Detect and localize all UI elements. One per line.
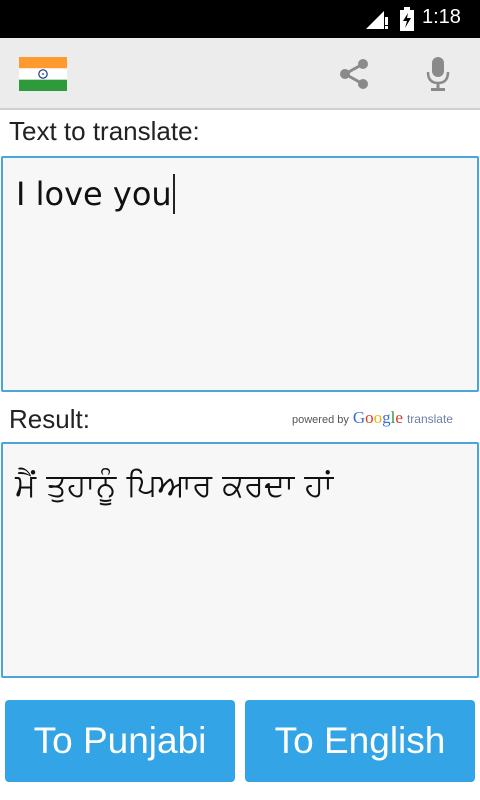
battery-icon (400, 7, 414, 31)
india-flag-icon[interactable] (19, 57, 67, 91)
text-caret (172, 174, 175, 214)
google-logo: Google (352, 408, 403, 427)
share-button[interactable] (330, 52, 378, 96)
powered-by-text: powered by (292, 414, 349, 426)
microphone-button[interactable] (414, 52, 462, 96)
status-bar: 1:18 (0, 0, 480, 38)
microphone-icon (426, 57, 450, 91)
result-label: Result: (9, 404, 90, 434)
action-bar (0, 38, 480, 110)
signal-icon (366, 11, 388, 29)
text-input-value[interactable]: I love you (16, 175, 172, 213)
status-time: 1:18 (422, 6, 461, 28)
share-icon (340, 59, 368, 89)
text-input-value-row[interactable]: I love you (16, 174, 175, 214)
to-punjabi-button[interactable]: To Punjabi (5, 700, 235, 782)
text-input-box[interactable]: I love you (1, 156, 479, 392)
result-value[interactable]: ਮੈਂ ਤੁਹਾਨੂੰ ਪਿਆਰ ਕਰਦਾ ਹਾਂ (15, 466, 333, 505)
to-english-button[interactable]: To English (245, 700, 475, 782)
powered-by-google-translate: powered by Google translate (292, 408, 453, 428)
input-label: Text to translate: (9, 116, 200, 146)
translate-text: translate (406, 412, 453, 426)
result-box[interactable]: ਮੈਂ ਤੁਹਾਨੂੰ ਪਿਆਰ ਕਰਦਾ ਹਾਂ (1, 442, 479, 678)
